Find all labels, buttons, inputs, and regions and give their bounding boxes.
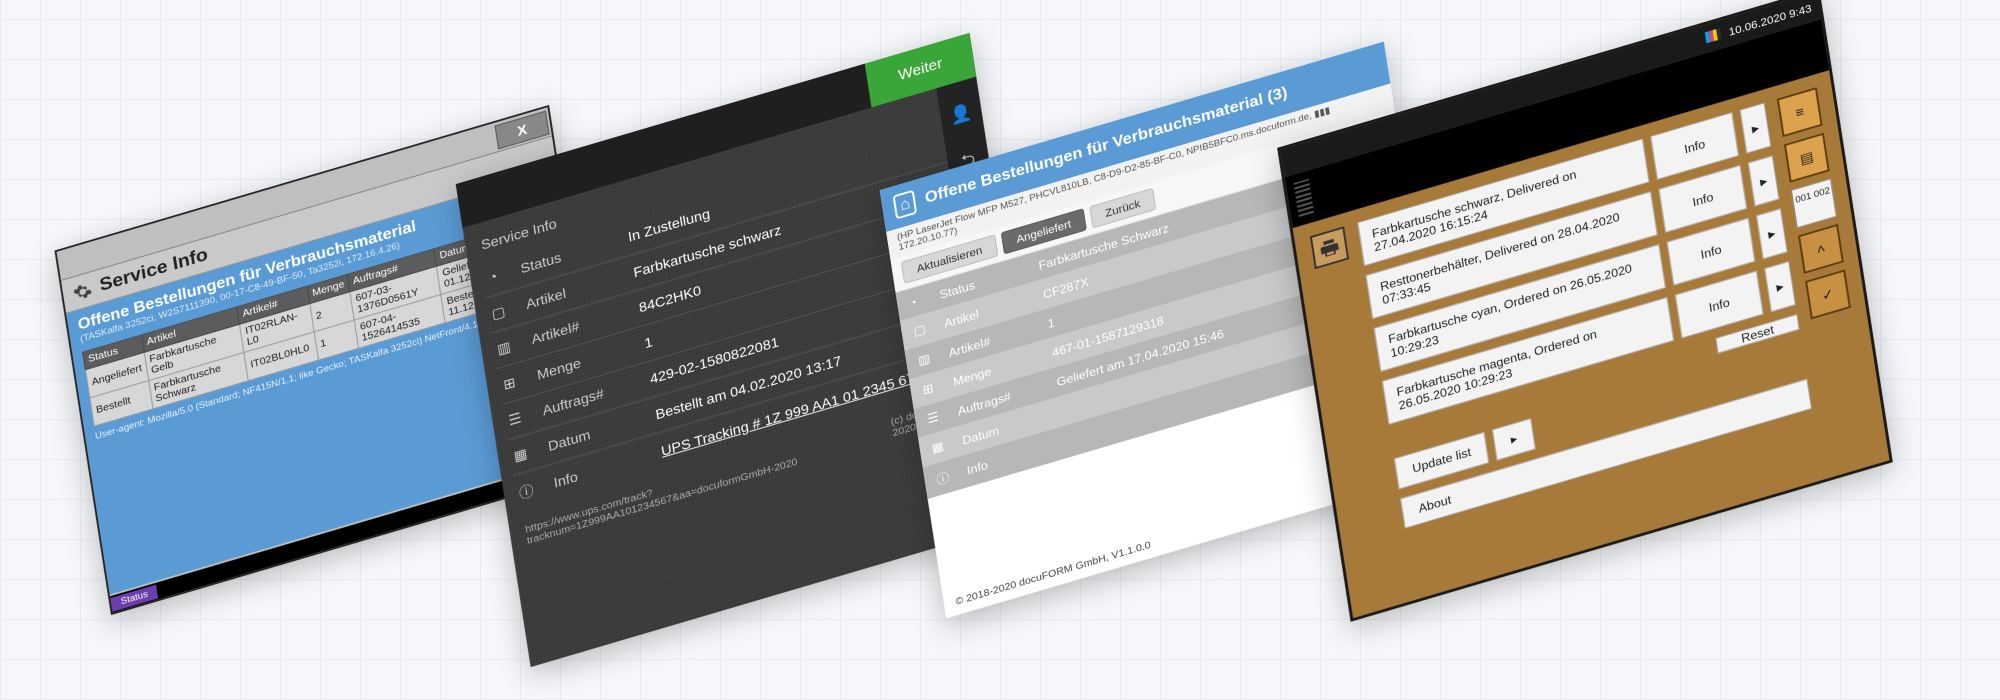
qty-icon: ⊞ [498,372,521,395]
cube-icon: ▢ [487,301,510,324]
info-icon: ⓘ [514,479,538,504]
info-icon: ⓘ [935,466,955,488]
footer-copyright: © 2018-2020 docuFORM GmbH, V1.1.0.0 [955,539,1152,607]
next-icon[interactable]: ▸ [1740,103,1772,154]
menu-icon[interactable]: ≡ [1777,87,1823,137]
scroll-up-icon[interactable]: ˄ [1798,224,1844,274]
stack-icon[interactable]: ▤ [1784,133,1830,183]
play-button[interactable]: ▸ [1492,418,1535,460]
next-icon[interactable]: ▸ [1748,155,1780,206]
calendar-icon: ▦ [931,437,950,457]
user-icon[interactable]: 👤 [949,101,973,126]
qty-icon: ⊞ [922,378,941,398]
cube-icon: ▢ [913,320,932,340]
next-icon[interactable]: ▸ [1764,261,1796,312]
next-icon[interactable]: ▸ [1756,208,1788,259]
order-icon: ☰ [503,408,526,431]
home-icon[interactable]: ⌂ [893,190,918,220]
ink-level-icon [1705,27,1723,47]
drag-handle-icon[interactable] [1294,179,1315,218]
calendar-icon: ▦ [509,443,532,466]
order-icon: ☰ [926,408,945,428]
confirm-icon[interactable]: ✓ [1805,269,1851,319]
barcode-icon: ▥ [917,349,936,369]
gear-icon [72,279,94,303]
printer-icon[interactable] [1310,226,1349,269]
barcode-icon: ▥ [492,337,515,360]
page-counter: 001 002 [1791,178,1837,228]
gauge-icon: ◔ [481,267,504,289]
gauge-icon: ◔ [908,292,927,311]
